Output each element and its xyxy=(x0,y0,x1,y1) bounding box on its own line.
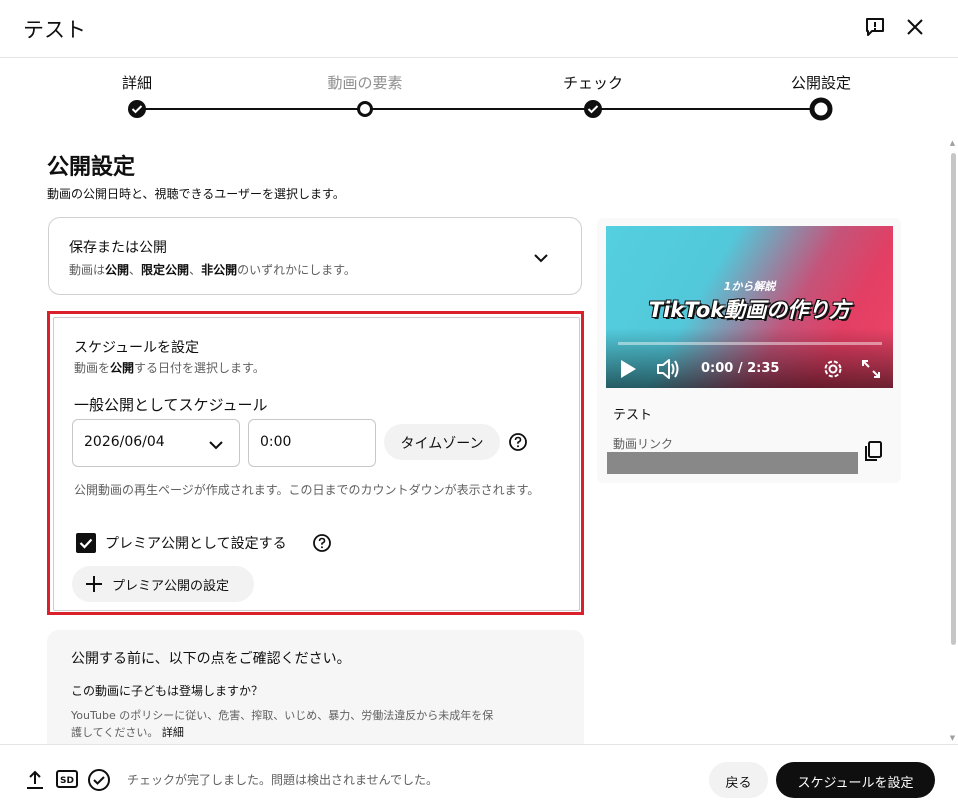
dialog-header: テスト xyxy=(0,0,958,58)
premiere-checkbox[interactable] xyxy=(76,533,96,553)
premiere-checkbox-label[interactable]: プレミア公開として設定する xyxy=(105,533,287,553)
video-preview-card: 1から解説 TikTok動画の作り方 0:00 / 2:35 テスト 動画リンク xyxy=(597,218,901,483)
schedule-title: スケジュールを設定 xyxy=(74,340,200,356)
premiere-settings-label: プレミア公開の設定 xyxy=(112,579,230,594)
checkmark-icon xyxy=(79,538,93,549)
schedule-section-highlight: スケジュールを設定 動画を公開する日付を選択します。 一般公開としてスケジュール… xyxy=(47,311,584,615)
upload-dialog: テスト 詳細 動画の要素 チェック 公開設定 公開設定 動画の公開日時と、視聴で… xyxy=(0,0,958,811)
thumbnail-title-text: TikTok動画の作り方 xyxy=(648,298,851,322)
pre-publish-checklist: 公開する前に、以下の点をご確認ください。 この動画に子どもは登場しますか？ Yo… xyxy=(47,630,584,760)
save-or-publish-title: 保存または公開 xyxy=(69,240,167,256)
step-video-elements[interactable]: 動画の要素 xyxy=(305,72,425,94)
upload-icon[interactable] xyxy=(25,769,45,791)
schedule-label: スケジュールを設定 xyxy=(797,776,914,791)
visibility-subtitle: 動画の公開日時と、視聴できるユーザーを選択します。 xyxy=(47,187,345,201)
feedback-icon[interactable] xyxy=(862,14,888,40)
visibility-title: 公開設定 xyxy=(47,155,136,180)
plus-icon xyxy=(86,576,102,592)
save-or-publish-card[interactable]: 保存または公開 動画は公開、限定公開、非公開のいずれかにします。 xyxy=(48,217,582,295)
checklist-title: 公開する前に、以下の点をご確認ください。 xyxy=(71,651,351,667)
schedule-desc: 動画を公開する日付を選択します。 xyxy=(74,361,265,375)
preview-video-title: テスト xyxy=(613,408,653,423)
video-link[interactable] xyxy=(607,452,858,474)
dialog-title: テスト xyxy=(23,18,86,42)
stepper-line xyxy=(137,108,820,110)
chevron-down-icon xyxy=(209,441,223,450)
volume-icon[interactable] xyxy=(656,358,680,380)
step-label: 詳細 xyxy=(121,74,152,92)
checks-status: チェックが完了しました。問題は検出されませんでした。 xyxy=(127,773,439,787)
empty-circle-icon xyxy=(357,101,373,117)
date-value: 2026/06/04 xyxy=(84,434,165,450)
thumbnail-small-text: 1から解説 xyxy=(723,280,776,293)
player-time: 0:00 / 2:35 xyxy=(701,361,780,376)
children-question: この動画に子どもは登場しますか？ xyxy=(71,684,264,698)
check-circle-icon xyxy=(584,100,602,118)
player-shade xyxy=(606,328,893,388)
fullscreen-icon[interactable] xyxy=(861,359,881,379)
timezone-label: タイムゾーン xyxy=(400,436,484,452)
progress-bar[interactable] xyxy=(618,342,882,345)
dialog-footer: SD チェックが完了しました。問題は検出されませんでした。 戻る スケジュールを… xyxy=(0,744,958,811)
video-link-label: 動画リンク xyxy=(613,437,674,451)
premiere-settings-button[interactable]: プレミア公開の設定 xyxy=(72,566,254,602)
copy-icon[interactable] xyxy=(862,440,884,462)
sd-icon[interactable]: SD xyxy=(56,770,78,788)
step-details[interactable]: 詳細 xyxy=(77,72,197,94)
play-icon[interactable] xyxy=(618,359,638,379)
time-value: 0:00 xyxy=(260,434,292,450)
save-or-publish-desc: 動画は公開、限定公開、非公開のいずれかにします。 xyxy=(69,263,356,277)
schedule-button[interactable]: スケジュールを設定 xyxy=(776,762,935,798)
check-circle-icon xyxy=(128,100,146,118)
children-policy: YouTube のポリシーに従い、危害、搾取、いじめ、暴力、労働法違反から未成年… xyxy=(71,709,494,739)
step-visibility[interactable]: 公開設定 xyxy=(761,72,881,94)
svg-text:SD: SD xyxy=(60,776,74,786)
gear-icon[interactable] xyxy=(822,358,844,380)
date-picker[interactable]: 2026/06/04 xyxy=(72,419,240,467)
close-icon[interactable] xyxy=(902,14,928,40)
time-input[interactable]: 0:00 xyxy=(248,419,376,467)
back-button[interactable]: 戻る xyxy=(709,762,768,798)
help-icon[interactable] xyxy=(508,432,528,452)
details-link[interactable]: 詳細 xyxy=(162,726,184,739)
scroll-up-arrow[interactable]: ▲ xyxy=(949,139,956,147)
schedule-heading: 一般公開としてスケジュール xyxy=(74,396,268,414)
schedule-card[interactable]: スケジュールを設定 動画を公開する日付を選択します。 一般公開としてスケジュール… xyxy=(53,317,580,611)
timezone-button[interactable]: タイムゾーン xyxy=(384,424,500,460)
step-label: 動画の要素 xyxy=(327,74,403,92)
schedule-note: 公開動画の再生ページが作成されます。この日までのカウントダウンが表示されます。 xyxy=(74,483,540,497)
step-checks[interactable]: チェック xyxy=(533,72,653,94)
video-player[interactable]: 1から解説 TikTok動画の作り方 0:00 / 2:35 xyxy=(606,226,893,388)
current-step-icon xyxy=(809,97,833,121)
step-label: 公開設定 xyxy=(790,74,851,92)
check-circle-icon[interactable] xyxy=(87,768,111,792)
scrollbar-thumb[interactable] xyxy=(951,153,956,645)
step-label: チェック xyxy=(562,74,623,92)
back-label: 戻る xyxy=(725,776,752,791)
scroll-down-arrow[interactable]: ▼ xyxy=(949,734,956,742)
help-icon[interactable] xyxy=(312,533,332,553)
chevron-down-icon[interactable] xyxy=(531,248,551,268)
